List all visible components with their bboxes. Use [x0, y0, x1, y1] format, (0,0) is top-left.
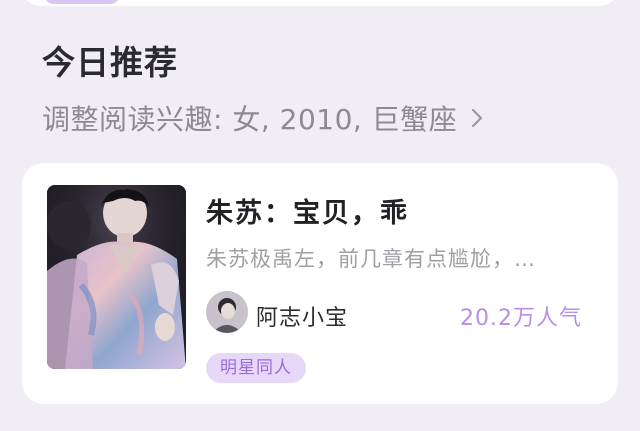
book-description: 朱苏极禹左，前几章有点尴尬，… [206, 247, 536, 271]
genre-tag[interactable]: 明星同人 [206, 353, 306, 383]
popularity-count: 20.2万人气 [460, 306, 582, 331]
book-card[interactable]: 朱苏：宝贝，乖 朱苏极禹左，前几章有点尴尬，… 阿志小宝 20.2万人气 明星同… [22, 163, 618, 404]
chevron-right-icon [467, 104, 487, 132]
author-avatar-image[interactable] [206, 291, 248, 333]
interest-label: 调整阅读兴趣: 女, 2010, 巨蟹座 [42, 103, 458, 136]
book-cover-image[interactable] [47, 185, 186, 369]
section-title: 今日推荐 [42, 43, 178, 82]
author-name[interactable]: 阿志小宝 [256, 300, 348, 332]
adjust-interest-link[interactable]: 调整阅读兴趣: 女, 2010, 巨蟹座 [42, 98, 487, 138]
previous-card-tag-edge [44, 0, 120, 4]
book-title[interactable]: 朱苏：宝贝，乖 [206, 191, 409, 230]
